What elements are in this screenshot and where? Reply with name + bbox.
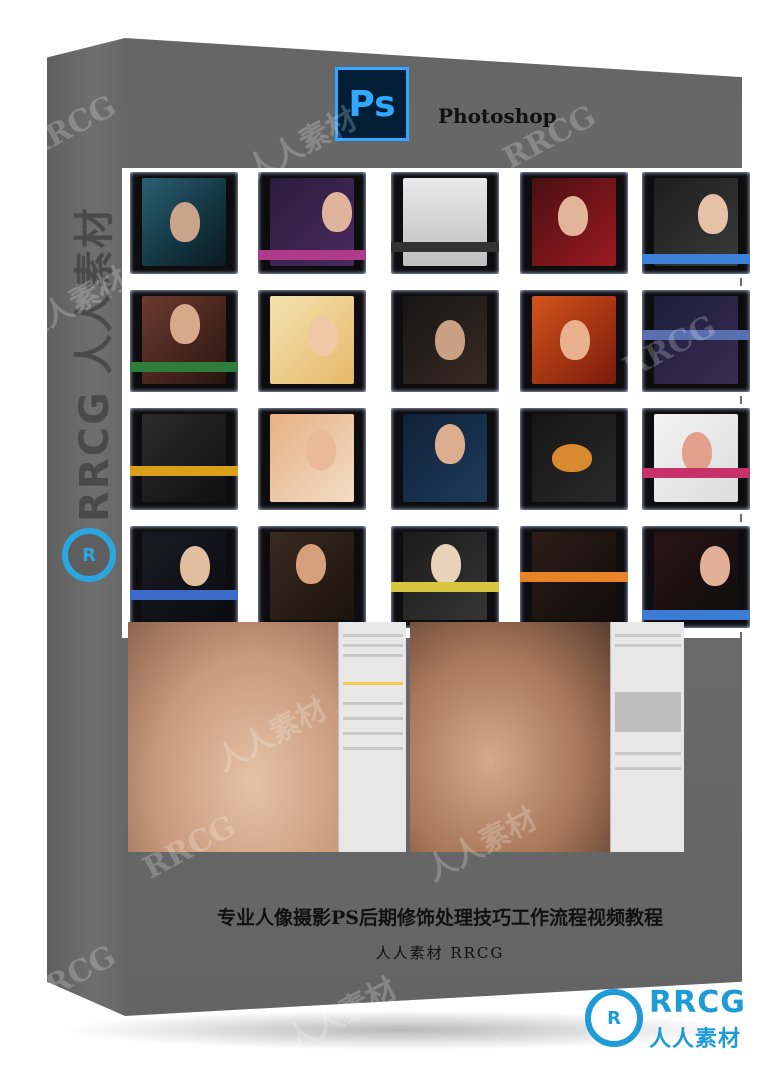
cover-tile (254, 286, 370, 396)
cover-tile (516, 168, 632, 278)
rrcg-logo-icon: R (585, 989, 643, 1047)
cover-tile (254, 404, 370, 514)
cover-tile (126, 286, 242, 396)
cover-tile (126, 404, 242, 514)
cover-tile (638, 286, 754, 396)
editor-screenshot-right (410, 622, 684, 852)
rrcg-logo-text: R (607, 1007, 621, 1029)
cover-tile (638, 168, 754, 278)
cover-tile (387, 286, 503, 396)
editor-screenshot-left (128, 622, 406, 852)
photoshop-logo-text: Ps (348, 83, 396, 125)
cover-tile (254, 168, 370, 278)
box-spine (47, 38, 125, 1016)
cover-tile (516, 286, 632, 396)
screenshot-strip (128, 622, 684, 852)
layers-panel (338, 622, 406, 852)
spine-brand: RRCG 人人素材 (58, 206, 118, 522)
cover-tile (638, 404, 754, 514)
cover-tile (126, 522, 242, 632)
portrait-photo (128, 622, 338, 852)
spine-logo-text: R (82, 544, 96, 566)
cover-tile (638, 522, 754, 632)
badge-line-2: 人人素材 (649, 1027, 742, 1052)
adjustments-panel (610, 622, 684, 852)
cover-tile (516, 404, 632, 514)
course-title: 专业人像摄影PS后期修饰处理技巧工作流程视频教程 (216, 907, 663, 929)
photoshop-logo-icon: Ps (335, 67, 409, 141)
course-subtitle: 人人素材 RRCG (375, 944, 505, 962)
cover-tile (387, 168, 503, 278)
spine-brand-text: RRCG 人人素材 (72, 206, 118, 522)
spine-logo-icon: R (62, 528, 116, 582)
portrait-photo-yellow-lips (410, 622, 610, 852)
badge-line-1: RRCG (649, 985, 746, 1020)
product-title: Photoshop (438, 104, 557, 128)
rrcg-badge: R RRCG 人人素材 (585, 985, 775, 1052)
cover-tile (254, 522, 370, 632)
cover-tile (387, 404, 503, 514)
cover-tile (516, 522, 632, 632)
course-cover-grid (122, 168, 754, 638)
cover-tile (126, 168, 242, 278)
cover-tile (387, 522, 503, 632)
